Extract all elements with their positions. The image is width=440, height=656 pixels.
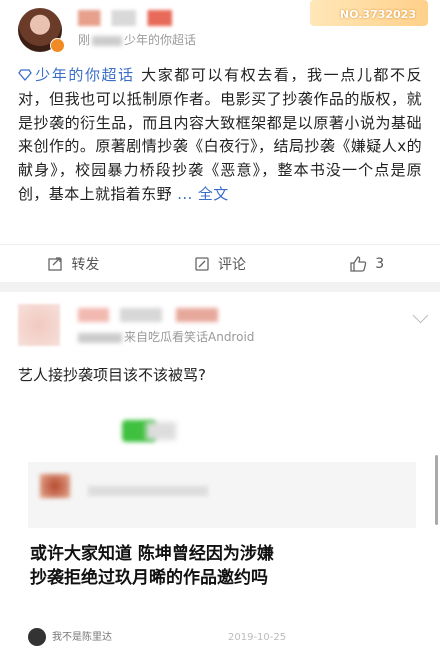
article-headline[interactable]: 或许大家知道 陈坤曾经因为涉嫌抄袭拒绝过玖月晞的作品邀约吗 [30, 542, 280, 590]
expand-full-text-link[interactable]: ... 全文 [177, 185, 228, 203]
post-body: 少年的你超话 大家都可以有权去看，我一点儿都不反对，但我也可以抵制原作者。电影买… [18, 66, 422, 203]
post-body: 艺人接抄袭项目该不该被骂? [18, 366, 206, 384]
post-card-1[interactable]: NO.3732023 刚少年的你超话 少年的你超话 大家都可以有权去看，我一点儿… [0, 0, 440, 282]
topic-tag[interactable]: 少年的你超话 [18, 66, 135, 84]
comment-button[interactable]: 评论 [147, 245, 294, 283]
blurred-thumbnail [40, 474, 70, 498]
post-meta: 来自吃瓜看笑话Android [78, 328, 254, 345]
blurred-image [146, 422, 176, 440]
comment-icon [195, 257, 209, 271]
author-avatar-icon [28, 628, 46, 646]
article-footer: 我不是陈里达 2019-10-25 [28, 628, 416, 646]
author-name: 我不是陈里达 [52, 632, 112, 643]
scrollbar[interactable] [435, 455, 438, 525]
repost-icon [48, 257, 62, 271]
action-bar: 转发 评论 3 [0, 244, 440, 283]
verified-badge-icon [50, 38, 65, 53]
diamond-icon [18, 69, 32, 81]
fan-medal: NO.3732023 [310, 0, 428, 26]
thumbs-up-icon [350, 256, 367, 272]
username-blurred[interactable] [78, 308, 218, 322]
post-meta: 刚少年的你超话 [78, 33, 197, 47]
like-button[interactable]: 3 [293, 245, 440, 283]
avatar[interactable] [18, 304, 60, 346]
blurred-text [88, 486, 208, 496]
chevron-down-icon[interactable] [412, 307, 429, 324]
post-card-2[interactable]: 来自吃瓜看笑话Android 艺人接抄袭项目该不该被骂? 或许大家知道 陈坤曾经… [0, 292, 440, 656]
embedded-screenshot[interactable] [28, 462, 416, 528]
medal-number: NO.3732023 [339, 8, 416, 21]
username-blurred[interactable] [78, 10, 190, 26]
topic-link[interactable]: 少年的你超话 [124, 33, 196, 47]
article-date: 2019-10-25 [228, 632, 287, 643]
repost-button[interactable]: 转发 [0, 245, 147, 283]
